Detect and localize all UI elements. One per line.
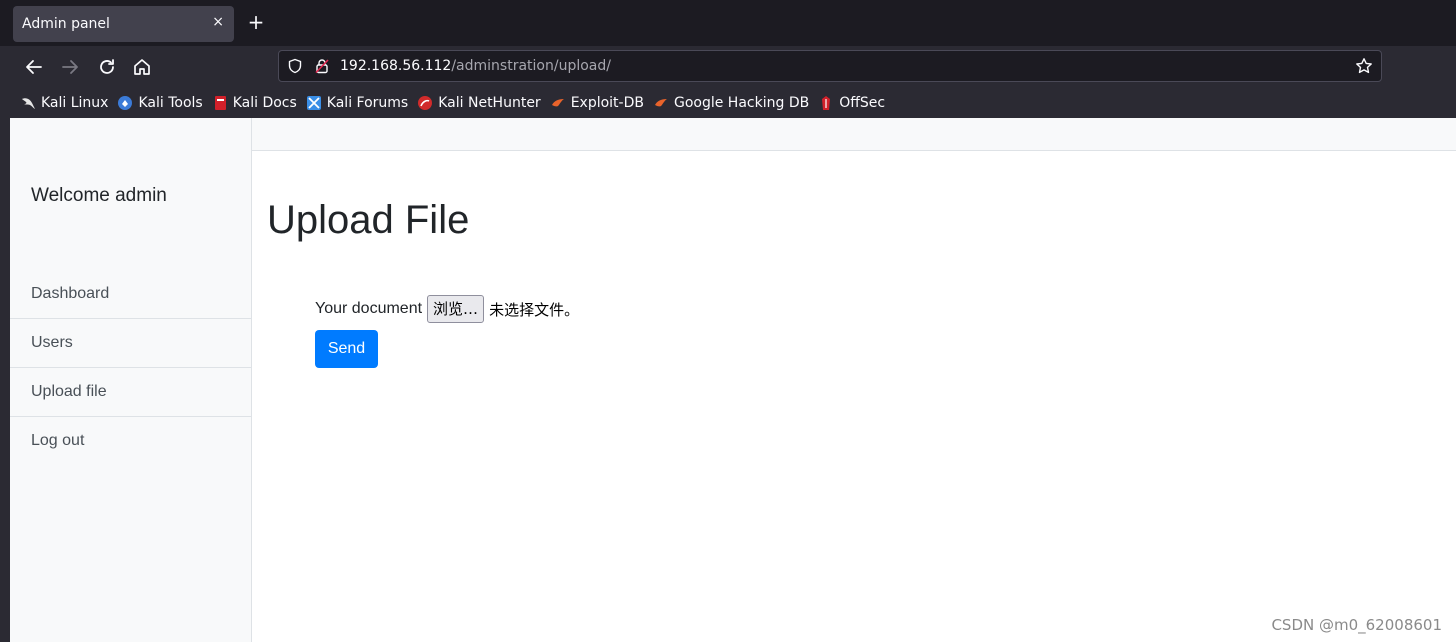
- sidebar-item-users[interactable]: Users: [10, 319, 251, 368]
- reload-button[interactable]: [94, 54, 120, 80]
- forward-button[interactable]: [57, 54, 83, 80]
- kali-forums-icon: [306, 95, 322, 111]
- tracking-shield-icon[interactable]: [287, 58, 303, 74]
- bookmark-kali-nethunter[interactable]: Kali NetHunter: [417, 95, 541, 111]
- send-button[interactable]: Send: [315, 330, 378, 368]
- window-edge: [0, 118, 10, 642]
- watermark: CSDN @m0_62008601: [1271, 616, 1442, 634]
- url-text[interactable]: 192.168.56.112/adminstration/upload/: [340, 58, 611, 74]
- welcome-heading: Welcome admin: [31, 185, 167, 206]
- bookmark-label: Google Hacking DB: [673, 95, 810, 111]
- web-page: Welcome admin Dashboard Users Upload fil…: [0, 118, 1456, 642]
- url-path: /adminstration/upload/: [451, 58, 611, 74]
- bookmark-label: OffSec: [839, 95, 886, 111]
- home-button[interactable]: [129, 54, 155, 80]
- bookmark-google-hacking-db[interactable]: Google Hacking DB: [653, 95, 809, 111]
- home-icon: [134, 59, 150, 75]
- sidebar-menu: Dashboard Users Upload file Log out: [10, 270, 251, 466]
- new-tab-button[interactable]: +: [245, 11, 267, 33]
- navigation-toolbar: 192.168.56.112/adminstration/upload/: [0, 46, 1456, 88]
- bookmark-label: Kali Forums: [326, 95, 409, 111]
- url-host: 192.168.56.112: [340, 58, 452, 74]
- bookmark-kali-forums[interactable]: Kali Forums: [306, 95, 408, 111]
- bookmark-label: Kali Tools: [138, 95, 203, 111]
- exploit-db-icon: [550, 95, 566, 111]
- url-bar[interactable]: 192.168.56.112/adminstration/upload/: [278, 50, 1382, 82]
- bookmark-label: Exploit-DB: [570, 95, 644, 111]
- tab-admin-panel[interactable]: Admin panel ×: [13, 6, 234, 42]
- upload-form-row: Your document 浏览… 未选择文件。: [315, 295, 579, 323]
- tab-close-icon[interactable]: ×: [212, 14, 224, 30]
- sidebar-item-dashboard[interactable]: Dashboard: [10, 270, 251, 319]
- bookmark-label: Kali NetHunter: [438, 95, 541, 111]
- kali-dragon-icon: [20, 95, 36, 111]
- back-button[interactable]: [21, 54, 47, 80]
- bookmark-offsec[interactable]: OffSec: [818, 95, 885, 111]
- top-navbar: [252, 118, 1456, 151]
- sidebar: Welcome admin Dashboard Users Upload fil…: [10, 118, 252, 642]
- bookmark-kali-linux[interactable]: Kali Linux: [20, 95, 108, 111]
- sidebar-item-log-out[interactable]: Log out: [10, 417, 251, 466]
- offsec-icon: [818, 95, 834, 111]
- kali-docs-icon: [212, 95, 228, 111]
- reload-icon: [100, 59, 114, 74]
- bookmark-kali-docs[interactable]: Kali Docs: [212, 95, 297, 111]
- document-field-label: Your document: [315, 300, 423, 317]
- bookmark-star-icon[interactable]: [1355, 57, 1373, 75]
- ghdb-icon: [653, 95, 669, 111]
- bookmark-kali-tools[interactable]: Kali Tools: [117, 95, 203, 111]
- sidebar-item-upload-file[interactable]: Upload file: [10, 368, 251, 417]
- insecure-lock-icon[interactable]: [314, 58, 330, 74]
- tab-title: Admin panel: [22, 16, 110, 32]
- kali-nethunter-icon: [417, 95, 433, 111]
- no-file-selected-text: 未选择文件。: [489, 300, 580, 319]
- bookmark-exploit-db[interactable]: Exploit-DB: [550, 95, 644, 111]
- file-browse-button[interactable]: 浏览…: [427, 295, 485, 323]
- bookmark-label: Kali Docs: [232, 95, 297, 111]
- forward-arrow-icon: [62, 60, 78, 74]
- back-arrow-icon: [26, 60, 42, 74]
- tab-bar: Admin panel × +: [0, 0, 1456, 46]
- bookmark-label: Kali Linux: [41, 95, 109, 111]
- kali-tools-icon: [117, 95, 133, 111]
- bookmarks-toolbar: Kali Linux Kali Tools Kali Docs Kali For…: [0, 88, 1456, 118]
- page-title: Upload File: [267, 198, 470, 242]
